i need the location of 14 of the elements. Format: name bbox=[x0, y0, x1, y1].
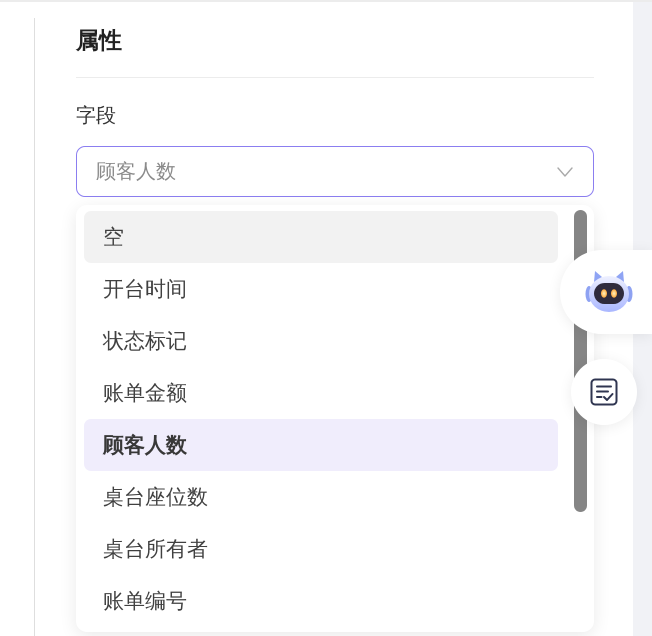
panel-title: 属性 bbox=[76, 27, 123, 56]
chevron-down-icon bbox=[557, 166, 573, 176]
robot-icon bbox=[585, 270, 633, 314]
dropdown-option[interactable]: 账单金额 bbox=[84, 367, 558, 419]
dropdown-option[interactable]: 桌台座位数 bbox=[84, 471, 558, 523]
checklist-icon bbox=[590, 378, 618, 406]
dropdown-option[interactable]: 开台时间 bbox=[84, 263, 558, 315]
field-label: 字段 bbox=[76, 102, 117, 129]
dropdown-option[interactable]: 空 bbox=[84, 211, 558, 263]
dropdown-option[interactable]: 顾客人数 bbox=[84, 419, 558, 471]
dropdown-option[interactable]: 账单编号 bbox=[84, 575, 558, 627]
assistant-button[interactable] bbox=[560, 250, 652, 334]
dropdown-option[interactable]: 状态标记 bbox=[84, 315, 558, 367]
dropdown-option[interactable]: 桌台所有者 bbox=[84, 523, 558, 575]
